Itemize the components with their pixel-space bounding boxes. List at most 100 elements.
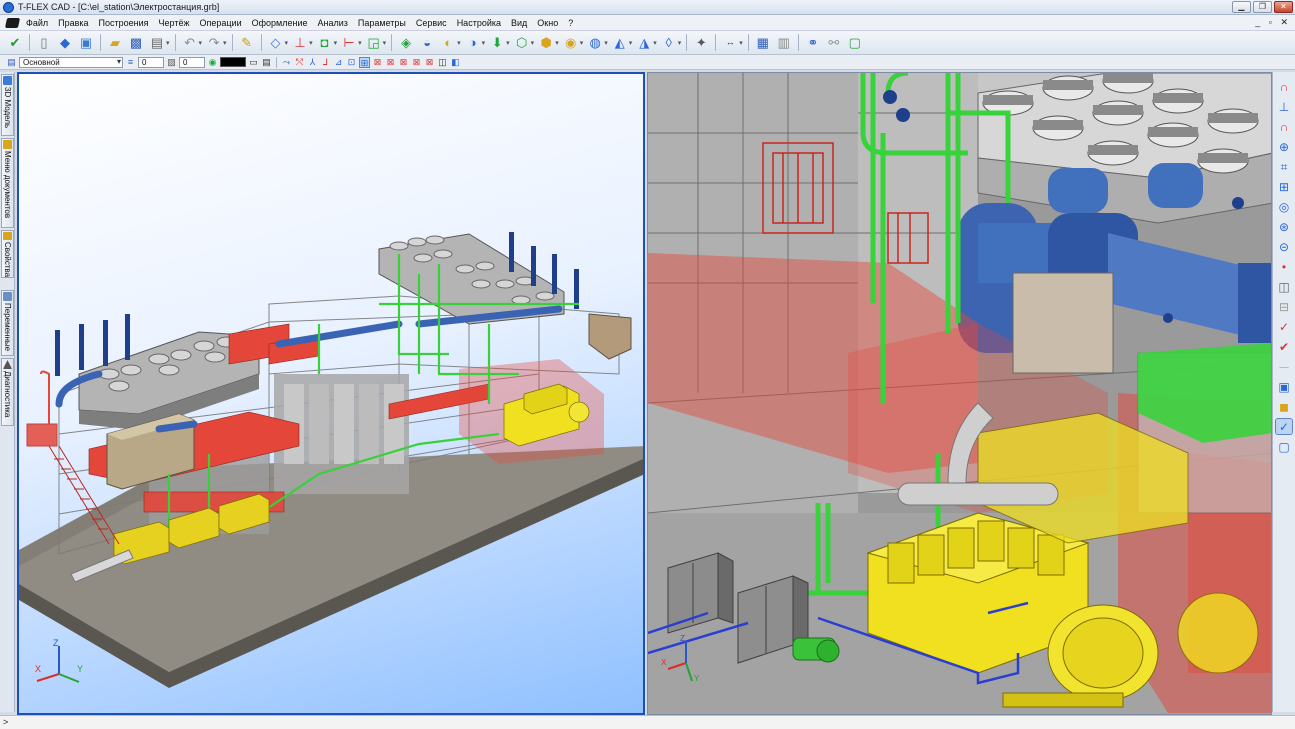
dropdown-arrow-icon[interactable]: ▾ <box>166 39 170 47</box>
variables-icon[interactable]: ⚭ <box>804 34 822 52</box>
view-cube-icon[interactable]: ◫ <box>437 57 448 68</box>
snap-line-icon[interactable]: ⊿ <box>333 57 344 68</box>
snap-red1-icon[interactable]: ⊠ <box>372 57 383 68</box>
dropdown-arrow-icon[interactable]: ▾ <box>739 39 743 47</box>
rotate-icon[interactable]: ◒ <box>418 34 436 52</box>
menu-settings[interactable]: Настройка <box>452 18 506 28</box>
magnet-icon[interactable]: ∩ <box>1275 78 1293 95</box>
menu-service[interactable]: Сервис <box>411 18 452 28</box>
layer-select[interactable]: Основной <box>19 56 123 68</box>
dropdown-arrow-icon[interactable]: ▾ <box>555 39 559 47</box>
level-field[interactable]: 0 <box>138 56 164 68</box>
report-icon[interactable]: ⚯ <box>825 34 843 52</box>
dropdown-arrow-icon[interactable]: ▾ <box>678 39 682 47</box>
settings-3d-icon[interactable]: ◧ <box>450 57 461 68</box>
mdi-controls[interactable]: _ ▫ ✕ <box>1255 17 1291 28</box>
dropdown-arrow-icon[interactable]: ▾ <box>285 39 289 47</box>
redo-icon[interactable]: ↷ <box>205 34 223 52</box>
extrude-icon[interactable]: ◈ <box>397 34 415 52</box>
check-multi-icon[interactable]: ✔ <box>1275 338 1293 355</box>
menu-operations[interactable]: Операции <box>195 18 247 28</box>
cut-icon[interactable]: ◭ <box>611 34 629 52</box>
3d-cube-icon[interactable]: ◆ <box>56 34 74 52</box>
chamfer-icon[interactable]: ◍ <box>586 34 604 52</box>
close-button[interactable]: ✕ <box>1274 1 1293 13</box>
plane-icon[interactable]: ⏤ <box>1275 358 1293 375</box>
link-icon[interactable]: ▥ <box>775 34 793 52</box>
dropdown-arrow-icon[interactable]: ▾ <box>383 39 387 47</box>
shell-icon[interactable]: ◑ <box>464 34 482 52</box>
priority-field[interactable]: 0 <box>179 56 205 68</box>
pipe-icon[interactable]: ⬢ <box>537 34 555 52</box>
select-filter-icon[interactable]: ✓ <box>1275 418 1293 435</box>
menu-construct[interactable]: Построения <box>94 18 154 28</box>
surface-icon[interactable]: ◮ <box>635 34 653 52</box>
orbit-icon[interactable]: • <box>1275 258 1293 275</box>
axis-icon[interactable]: ⊢ <box>340 34 358 52</box>
cube-view-icon[interactable]: ▣ <box>1275 378 1293 395</box>
minimize-button[interactable]: ▁ <box>1232 1 1251 13</box>
snap-active-icon[interactable]: ⊞ <box>359 56 370 68</box>
point-icon[interactable]: ⊥ <box>291 34 309 52</box>
section-icon[interactable]: ⊟ <box>1275 298 1293 315</box>
tab-3d-model[interactable]: 3D Модель <box>1 74 14 136</box>
fillet-icon[interactable]: ◉ <box>562 34 580 52</box>
zoom-out-icon[interactable]: ⊝ <box>1275 238 1293 255</box>
boolean-icon[interactable]: ⬇ <box>488 34 506 52</box>
check-icon[interactable]: ✓ <box>1275 318 1293 335</box>
dropdown-arrow-icon[interactable]: ▾ <box>334 39 338 47</box>
tab-diagnostics[interactable]: Диагностика <box>1 358 14 426</box>
line-style-icon[interactable]: ▭ <box>248 57 259 68</box>
snap-red3-icon[interactable]: ⊠ <box>398 57 409 68</box>
snap2-icon[interactable]: ∩ <box>1275 118 1293 135</box>
menu-file[interactable]: Файл <box>21 18 53 28</box>
snap-red4-icon[interactable]: ⊠ <box>411 57 422 68</box>
filter-off-icon[interactable]: ⤲ <box>294 57 305 68</box>
snap-node-icon[interactable]: ⅃ <box>320 57 331 68</box>
menu-view[interactable]: Вид <box>506 18 532 28</box>
dropdown-arrow-icon[interactable]: ▾ <box>223 39 227 47</box>
loft-icon[interactable]: ◐ <box>439 34 457 52</box>
snap-red2-icon[interactable]: ⊠ <box>385 57 396 68</box>
document-menu-icon[interactable] <box>4 17 21 28</box>
save-icon[interactable]: ▩ <box>127 34 145 52</box>
lcs-icon[interactable]: ◲ <box>365 34 383 52</box>
pencil-icon[interactable]: ✎ <box>238 34 256 52</box>
zoom-fit-icon[interactable]: ⌗ <box>1275 158 1293 175</box>
open-folder-icon[interactable]: ▰ <box>106 34 124 52</box>
menu-format[interactable]: Оформление <box>247 18 313 28</box>
zoom-prev-icon[interactable]: ◎ <box>1275 198 1293 215</box>
workplane-icon[interactable]: ◘ <box>316 34 334 52</box>
pan-icon[interactable]: ◫ <box>1275 278 1293 295</box>
filter-icon[interactable]: ⤳ <box>281 57 292 68</box>
zoom-icon[interactable]: ⊕ <box>1275 138 1293 155</box>
tab-properties[interactable]: Свойства <box>1 230 14 278</box>
dropdown-arrow-icon[interactable]: ▾ <box>531 39 535 47</box>
dropdown-arrow-icon[interactable]: ▾ <box>457 39 461 47</box>
doc-icon[interactable]: ▦ <box>754 34 772 52</box>
frame-icon[interactable]: ▢ <box>846 34 864 52</box>
line-weight-icon[interactable]: ▤ <box>261 57 272 68</box>
color-picker-icon[interactable]: ◉ <box>207 57 218 68</box>
print-icon[interactable]: ▤ <box>148 34 166 52</box>
undo-icon[interactable]: ↶ <box>181 34 199 52</box>
zoom-box-icon[interactable]: ⊞ <box>1275 178 1293 195</box>
dropdown-arrow-icon[interactable]: ▾ <box>482 39 486 47</box>
command-prompt[interactable]: > <box>3 717 8 727</box>
menu-window[interactable]: Окно <box>532 18 563 28</box>
menu-analysis[interactable]: Анализ <box>312 18 352 28</box>
tab-variables[interactable]: Переменные <box>1 290 14 356</box>
measure-icon[interactable]: ◊ <box>660 34 678 52</box>
snap-box-icon[interactable]: ⊡ <box>346 57 357 68</box>
menu-edit[interactable]: Правка <box>53 18 93 28</box>
new-doc-icon[interactable]: ▯ <box>35 34 53 52</box>
dropdown-arrow-icon[interactable]: ▾ <box>506 39 510 47</box>
dropdown-arrow-icon[interactable]: ▾ <box>309 39 313 47</box>
dropdown-arrow-icon[interactable]: ▾ <box>580 39 584 47</box>
dropdown-arrow-icon[interactable]: ▾ <box>629 39 633 47</box>
open-window-icon[interactable]: ▣ <box>77 34 95 52</box>
zoom-in-icon[interactable]: ⊛ <box>1275 218 1293 235</box>
dimension-icon[interactable]: ↔ <box>721 34 739 52</box>
dropdown-arrow-icon[interactable]: ▾ <box>653 39 657 47</box>
menu-help[interactable]: ? <box>563 18 578 28</box>
